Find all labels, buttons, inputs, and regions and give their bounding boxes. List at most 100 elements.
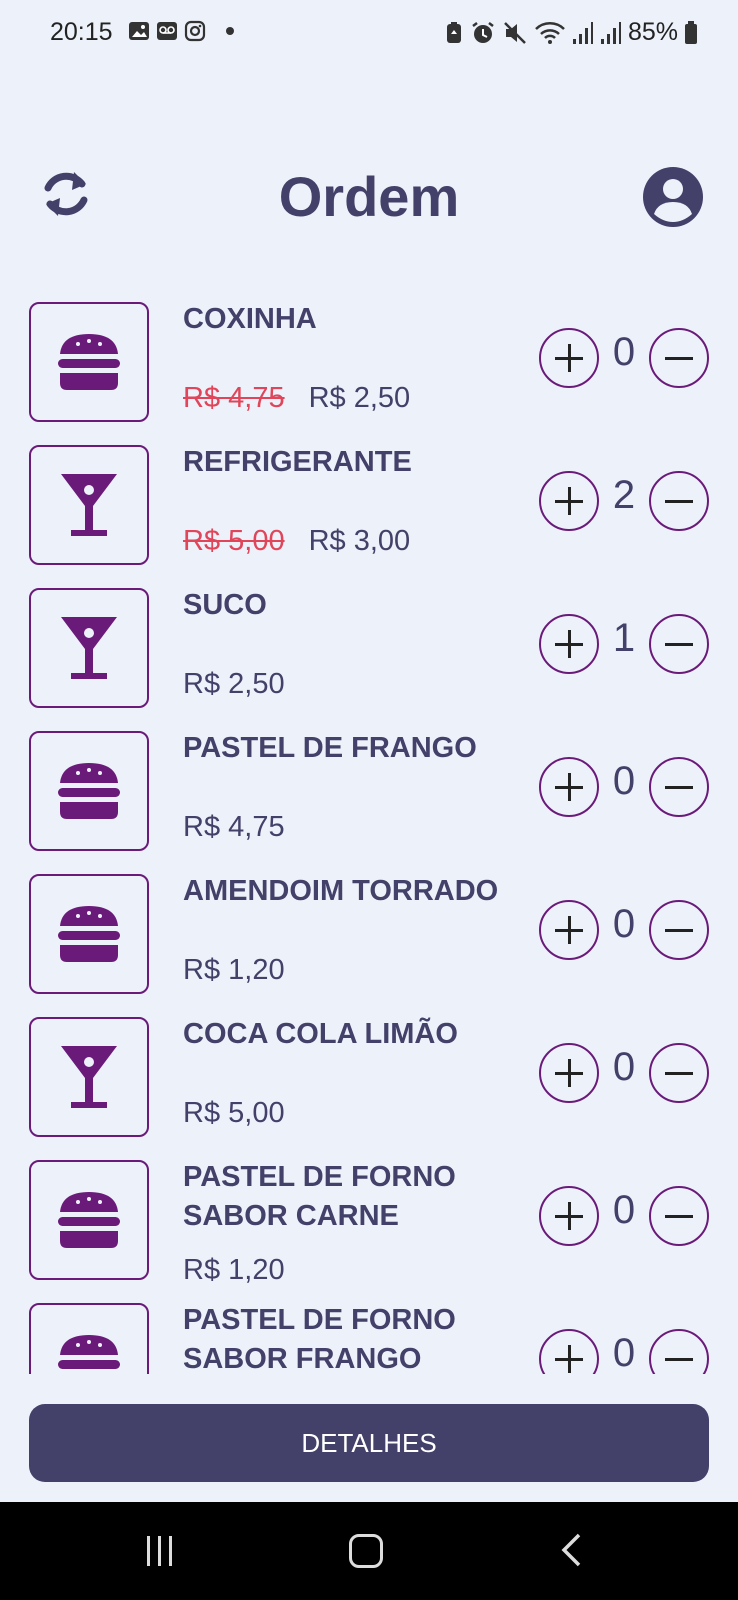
instagram-icon bbox=[184, 20, 206, 42]
increment-button[interactable] bbox=[539, 757, 599, 817]
quantity-stepper: 2 bbox=[539, 471, 709, 531]
old-price: R$ 4,75 bbox=[183, 382, 285, 414]
list-item: SUCO R$ 2,50 1 bbox=[0, 572, 738, 715]
product-name: AMENDOIM TORRADO bbox=[183, 875, 499, 907]
product-name: COCA COLA LIMÃO bbox=[183, 1018, 458, 1050]
product-prices: R$ 1,20 bbox=[183, 1250, 285, 1290]
product-thumbnail bbox=[29, 302, 149, 422]
quantity-value: 0 bbox=[612, 330, 636, 374]
battery-percent: 85% bbox=[627, 18, 678, 46]
list-item: COCA COLA LIMÃO R$ 5,00 0 bbox=[0, 1001, 738, 1144]
increment-button[interactable] bbox=[539, 1186, 599, 1246]
account-circle-icon[interactable] bbox=[642, 166, 704, 228]
quantity-value: 1 bbox=[612, 616, 636, 660]
list-item: PASTEL DE FORNO SABOR CARNE R$ 1,20 0 bbox=[0, 1144, 738, 1287]
status-bar: 20:15 85% bbox=[0, 0, 738, 72]
quantity-stepper: 0 bbox=[539, 328, 709, 388]
old-price: R$ 5,00 bbox=[183, 525, 285, 557]
decrement-button[interactable] bbox=[649, 1186, 709, 1246]
product-name: PASTEL DE FRANGO bbox=[183, 732, 477, 764]
battery-icon bbox=[685, 20, 697, 44]
decrement-button[interactable] bbox=[649, 900, 709, 960]
product-thumbnail bbox=[29, 1017, 149, 1137]
increment-button[interactable] bbox=[539, 1329, 599, 1374]
quantity-stepper: 1 bbox=[539, 614, 709, 674]
decrement-button[interactable] bbox=[649, 1043, 709, 1103]
product-price: R$ 4,75 bbox=[183, 811, 285, 843]
dot-icon bbox=[226, 27, 234, 35]
increment-button[interactable] bbox=[539, 614, 599, 674]
product-prices: R$ 4,75 R$ 2,50 bbox=[183, 378, 410, 418]
product-thumbnail bbox=[29, 1160, 149, 1280]
decrement-button[interactable] bbox=[649, 757, 709, 817]
decrement-button[interactable] bbox=[649, 328, 709, 388]
product-thumbnail bbox=[29, 731, 149, 851]
decrement-button[interactable] bbox=[649, 1329, 709, 1374]
quantity-stepper: 0 bbox=[539, 900, 709, 960]
product-prices: R$ 5,00 R$ 3,00 bbox=[183, 521, 410, 561]
quantity-value: 0 bbox=[612, 1045, 636, 1089]
increment-button[interactable] bbox=[539, 471, 599, 531]
quantity-value: 0 bbox=[612, 902, 636, 946]
burger-icon bbox=[58, 763, 120, 819]
page-title: Ordem bbox=[278, 165, 460, 228]
back-icon[interactable] bbox=[560, 1532, 582, 1568]
quantity-value: 0 bbox=[612, 1188, 636, 1232]
list-item: PASTEL DE FORNO SABOR FRANGO 0 bbox=[0, 1287, 738, 1374]
quantity-stepper: 0 bbox=[539, 1329, 709, 1374]
quantity-value: 2 bbox=[612, 473, 636, 517]
cocktail-icon bbox=[61, 474, 117, 536]
product-name: SUCO bbox=[183, 589, 267, 621]
product-price: R$ 1,20 bbox=[183, 954, 285, 986]
product-price: R$ 2,50 bbox=[308, 382, 411, 414]
product-name: PASTEL DE FORNO SABOR FRANGO bbox=[183, 1304, 456, 1374]
details-button[interactable]: DETALHES bbox=[29, 1404, 709, 1482]
burger-icon bbox=[58, 906, 120, 962]
increment-button[interactable] bbox=[539, 1043, 599, 1103]
status-left-icons bbox=[128, 20, 234, 42]
product-name: COXINHA bbox=[183, 303, 317, 335]
product-price: R$ 1,20 bbox=[183, 1254, 285, 1286]
quantity-stepper: 0 bbox=[539, 1186, 709, 1246]
product-thumbnail bbox=[29, 1303, 149, 1374]
list-item: REFRIGERANTE R$ 5,00 R$ 3,00 2 bbox=[0, 429, 738, 572]
decrement-button[interactable] bbox=[649, 614, 709, 674]
list-item: COXINHA R$ 4,75 R$ 2,50 0 bbox=[0, 286, 738, 429]
mute-icon bbox=[504, 21, 526, 44]
system-nav-bar bbox=[0, 1502, 738, 1600]
quantity-value: 0 bbox=[612, 759, 636, 803]
battery-saver-icon bbox=[446, 21, 461, 43]
home-icon[interactable] bbox=[349, 1534, 383, 1568]
signal-icon bbox=[600, 21, 621, 44]
cocktail-icon bbox=[61, 617, 117, 679]
product-price: R$ 2,50 bbox=[183, 668, 285, 700]
burger-icon bbox=[58, 334, 120, 390]
product-name: REFRIGERANTE bbox=[183, 446, 412, 478]
product-prices: R$ 1,20 bbox=[183, 950, 285, 990]
product-prices: R$ 5,00 bbox=[183, 1093, 285, 1133]
quantity-stepper: 0 bbox=[539, 1043, 709, 1103]
increment-button[interactable] bbox=[539, 900, 599, 960]
alarm-icon bbox=[472, 21, 494, 43]
recents-icon[interactable] bbox=[145, 1534, 175, 1568]
increment-button[interactable] bbox=[539, 328, 599, 388]
product-prices: R$ 4,75 bbox=[183, 807, 285, 847]
status-right: 85% bbox=[444, 18, 698, 47]
product-list[interactable]: COXINHA R$ 4,75 R$ 2,50 0 REFRIGERANTE R$… bbox=[0, 286, 738, 1374]
product-prices: R$ 2,50 bbox=[183, 664, 285, 704]
status-time: 20:15 bbox=[50, 18, 113, 46]
image-icon bbox=[129, 22, 149, 40]
product-price: R$ 3,00 bbox=[308, 525, 411, 557]
list-item: PASTEL DE FRANGO R$ 4,75 0 bbox=[0, 715, 738, 858]
burger-icon bbox=[58, 1192, 120, 1248]
quantity-stepper: 0 bbox=[539, 757, 709, 817]
decrement-button[interactable] bbox=[649, 471, 709, 531]
product-name: PASTEL DE FORNO SABOR CARNE bbox=[183, 1161, 456, 1232]
burger-icon bbox=[58, 1335, 120, 1369]
cocktail-icon bbox=[61, 1046, 117, 1108]
voicemail-icon bbox=[157, 22, 177, 40]
product-thumbnail bbox=[29, 874, 149, 994]
signal-icon bbox=[572, 21, 593, 44]
wifi-icon bbox=[535, 21, 565, 44]
quantity-value: 0 bbox=[612, 1331, 636, 1374]
